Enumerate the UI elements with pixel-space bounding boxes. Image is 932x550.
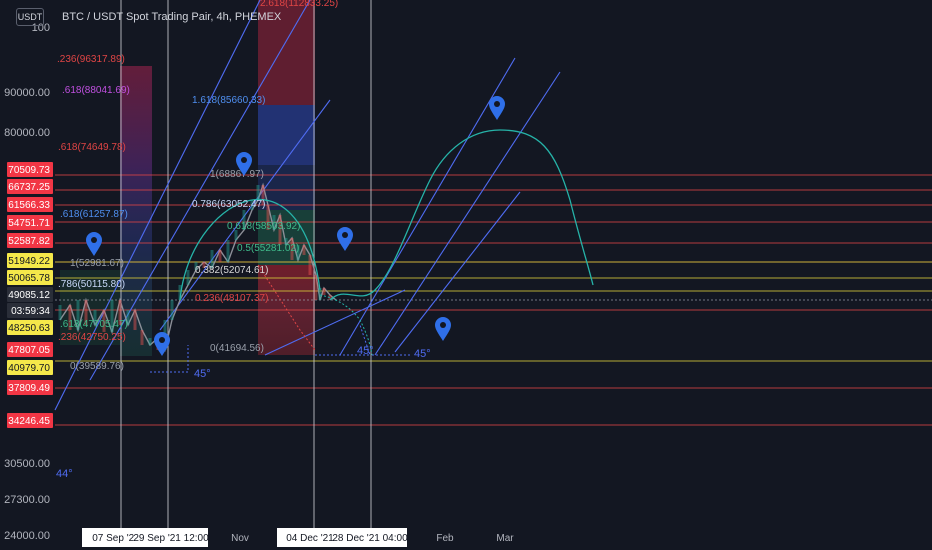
price-badge-label: 50065.78 [8,273,50,284]
price-badge-label: 40979.70 [8,363,50,374]
fib-level-label: .618(74649.78) [58,142,126,153]
fib-level-label: 0.236(48107.37) [195,293,268,304]
pin-shape [435,317,451,341]
fib-level-label: 1(68867.97) [210,169,264,180]
price-badge: 50065.78 [7,270,53,285]
price-chart[interactable]: 2.618(112833.25) 1.618(85660.33) 1(68867.9… [0,0,932,550]
angle-label: 45° [194,368,211,380]
price-badge-label: 47807.05 [8,345,50,356]
price-badge-label: 48250.63 [8,323,50,334]
location-pin-icon [435,317,451,341]
price-badge: 48250.63 [7,320,53,335]
pin-shape [489,96,505,120]
price-badge: 54751.71 [7,215,53,230]
candle [170,300,174,320]
y-axis-label: 90000.00 [4,87,50,99]
angle-label: 44° [56,468,73,480]
pin-hole [440,322,446,328]
candle [133,310,137,330]
price-badge: 70509.73 [7,162,53,177]
fib-level-label: 0.786(63052.47) [192,199,265,210]
x-axis-label: 29 Sep '21 12:00 [133,533,209,544]
candle [308,255,312,275]
angle-guide [150,345,189,373]
price-badge-label: 03:59:34 [11,306,50,317]
angle-label: 45° [357,345,374,357]
currency-button[interactable]: USDT [16,8,44,26]
fib-level-label: .236(96317.89) [57,54,125,65]
price-badge: 66737.25 [7,179,53,194]
y-axis-label: 80000.00 [4,127,50,139]
price-badge-label: 51949.22 [8,256,50,267]
fib-level-label: 0(39589.76) [70,361,124,372]
price-badge-label: 34246.45 [8,416,50,427]
cycle-arc-right [329,129,594,301]
location-pin-icon [86,232,102,256]
y-axis-label: 30500.00 [4,458,50,470]
price-badge-label: 37809.49 [8,383,50,394]
chart-title: BTC / USDT Spot Trading Pair, 4h, PHEMEX [62,11,282,23]
candle [148,338,152,345]
candle [256,185,260,200]
price-badge: 34246.45 [7,413,53,428]
candle [186,270,190,285]
pin-shape [86,232,102,256]
y-axis-label: 24000.00 [4,530,50,542]
candle [322,288,326,295]
price-badge: 40979.70 [7,360,53,375]
pin-hole [91,237,97,243]
pin-hole [342,232,348,238]
price-badge: 49085.12 [7,287,53,302]
fib-level-label: 0(41694.56) [210,343,264,354]
fib-level-label: .236(42750.25) [58,332,126,343]
price-badge: 47807.05 [7,342,53,357]
fib-level-label: 0.5(55281.02) [237,243,299,254]
fib-level-label: 1.618(85660.33) [192,95,265,106]
fib-zone-blue [258,105,315,165]
fib-level-label: .618(47705.47) [60,319,128,330]
pin-hole [494,101,500,107]
fib-level-label: .618(61257.87) [60,209,128,220]
price-badge: 61566.33 [7,197,53,212]
candle [302,245,306,255]
price-badge-label: 49085.12 [8,290,50,301]
x-axis-label: Nov [231,533,249,544]
pin-hole [241,157,247,163]
location-pin-icon [337,227,353,251]
price-badge: 52587.82 [7,233,53,248]
fib-level-label: 0.382(52074.61) [195,265,268,276]
x-axis-label: Feb [436,533,454,544]
fib-level-label: 1(52981.67) [70,258,124,269]
candle [314,275,318,300]
pin-shape [337,227,353,251]
angle-label: 45° [414,348,431,360]
candle [226,240,230,262]
channel-line [374,71,561,356]
location-pin-icon [489,96,505,120]
price-badge: 03:59:34 [7,303,53,318]
x-axis-label: Mar [496,533,514,544]
fib-level-label: 2.618(112833.25) [260,0,338,9]
fib-level-label: 0.618(58503.92) [227,221,300,232]
price-badge-label: 52587.82 [8,236,50,247]
price-badge: 51949.22 [7,253,53,268]
fib-zone-dark [258,165,315,210]
fib-level-label: .786(50115.80) [58,279,125,290]
y-axis-label: 27300.00 [4,494,50,506]
price-badge-label: 66737.25 [8,182,50,193]
candle [218,250,222,262]
price-badge-label: 61566.33 [8,200,50,211]
fib-level-label: .618(88041.69) [62,85,130,96]
price-badge: 37809.49 [7,380,53,395]
candle [140,330,144,345]
price-badge-label: 54751.71 [8,218,50,229]
x-axis-label: 28 Dec '21 04:00 [332,533,408,544]
x-axis-label: 04 Dec '21 [286,533,334,544]
price-badge-label: 70509.73 [8,165,50,176]
pin-hole [159,337,165,343]
candle [58,305,62,320]
